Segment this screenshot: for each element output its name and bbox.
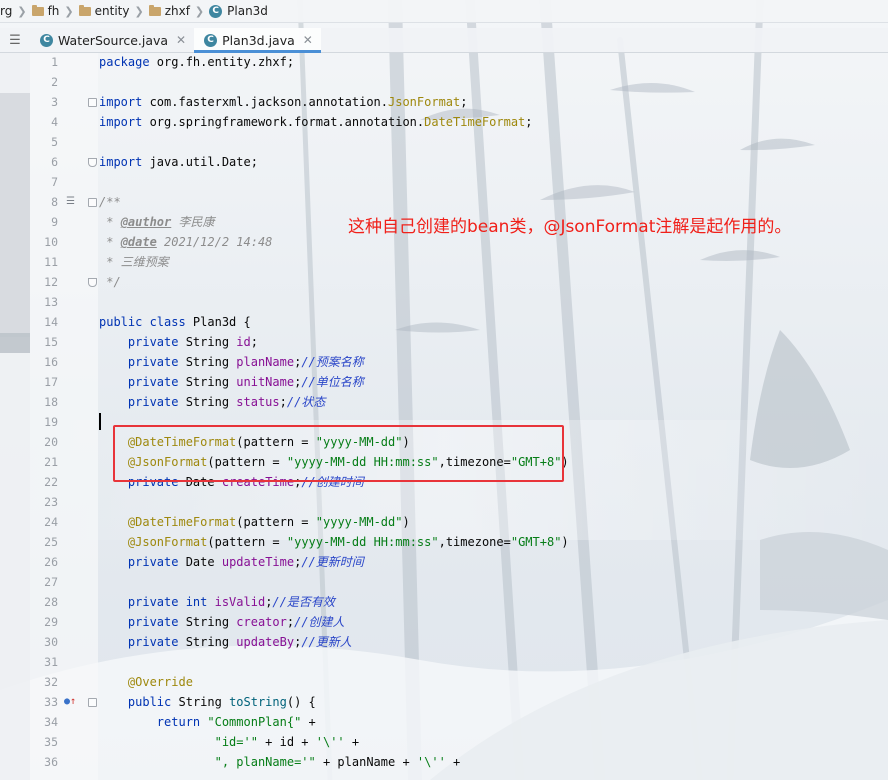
line-number: 31 — [44, 655, 58, 669]
line-number: 16 — [44, 355, 58, 369]
line-number: 28 — [44, 595, 58, 609]
code-line-30: 30 private String updateBy;//更新人 — [0, 632, 888, 652]
line-number: 13 — [44, 295, 58, 309]
breadcrumb-item-plan3d[interactable]: C Plan3d — [209, 4, 268, 18]
code-line-17: 17 private String unitName;//单位名称 — [0, 372, 888, 392]
code-line-26: 26 private Date updateTime;//更新时间 — [0, 552, 888, 572]
code-line-11: 11 * 三维预案 — [0, 252, 888, 272]
breadcrumb-item-fh[interactable]: fh — [31, 4, 59, 18]
line-number: 25 — [44, 535, 58, 549]
line-number: 34 — [44, 715, 58, 729]
rendered-doc-icon[interactable]: ☰ — [66, 192, 75, 212]
line-number: 7 — [51, 175, 58, 189]
code-line-16: 16 private String planName;//预案名称 — [0, 352, 888, 372]
code-line-18: 18 private String status;//状态 — [0, 392, 888, 412]
code-line-35: 35 "id='" + id + '\'' + — [0, 732, 888, 752]
line-number: 33 — [44, 695, 58, 709]
code-line-3: 3 import com.fasterxml.jackson.annotatio… — [0, 92, 888, 112]
line-number: 15 — [44, 335, 58, 349]
annotation-note: 这种自己创建的bean类，@JsonFormat注解是起作用的。 — [348, 217, 792, 237]
line-number: 12 — [44, 275, 58, 289]
line-number: 3 — [51, 95, 58, 109]
text-caret — [99, 413, 101, 430]
line-number: 6 — [51, 155, 58, 169]
code-line-5: 5 — [0, 132, 888, 152]
code-line-29: 29 private String creator;//创建人 — [0, 612, 888, 632]
line-number: 36 — [44, 755, 58, 769]
close-icon[interactable]: ✕ — [303, 33, 313, 47]
code-line-12: 12 */ — [0, 272, 888, 292]
code-line-4: 4 import org.springframework.format.anno… — [0, 112, 888, 132]
line-number: 24 — [44, 515, 58, 529]
breadcrumb-separator-icon: ❯ — [64, 4, 74, 18]
line-number: 22 — [44, 475, 58, 489]
code-line-23: 23 — [0, 492, 888, 512]
line-number: 30 — [44, 635, 58, 649]
code-line-28: 28 private int isValid;//是否有效 — [0, 592, 888, 612]
line-number: 4 — [51, 115, 58, 129]
fold-icon[interactable] — [88, 98, 97, 107]
folder-icon — [31, 4, 44, 16]
code-line-14: 14 public class Plan3d { — [0, 312, 888, 332]
fold-end-icon[interactable] — [88, 278, 97, 287]
line-number: 20 — [44, 435, 58, 449]
line-number: 9 — [51, 215, 58, 229]
code-line-25: 25 @JsonFormat(pattern = "yyyy-MM-dd HH:… — [0, 532, 888, 552]
fold-icon[interactable] — [88, 698, 97, 707]
close-icon[interactable]: ✕ — [176, 33, 186, 47]
breadcrumb-separator-icon: ❯ — [17, 4, 27, 18]
line-number: 32 — [44, 675, 58, 689]
editor-tab-bar: ☰ C WaterSource.java ✕ C Plan3d.java ✕ — [0, 28, 888, 53]
class-icon: C — [40, 33, 53, 47]
line-number: 1 — [51, 55, 58, 69]
code-line-6: 6 import java.util.Date; — [0, 152, 888, 172]
line-number: 23 — [44, 495, 58, 509]
breadcrumb-item-entity[interactable]: entity — [78, 4, 129, 18]
line-number: 19 — [44, 415, 58, 429]
line-number: 14 — [44, 315, 58, 329]
breadcrumb-item-zhxf[interactable]: zhxf — [148, 4, 190, 18]
line-number: 29 — [44, 615, 58, 629]
line-number: 35 — [44, 735, 58, 749]
line-number: 10 — [44, 235, 58, 249]
code-line-24: 24 @DateTimeFormat(pattern = "yyyy-MM-dd… — [0, 512, 888, 532]
class-icon: C — [209, 4, 223, 18]
breadcrumb-item-rg[interactable]: rg — [0, 4, 12, 18]
highlight-box — [113, 425, 564, 482]
code-line-34: 34 return "CommonPlan{" + — [0, 712, 888, 732]
line-number: 5 — [51, 135, 58, 149]
code-line-27: 27 — [0, 572, 888, 592]
line-number: 8 — [51, 195, 58, 209]
line-number: 2 — [51, 75, 58, 89]
code-line-1: 1 package org.fh.entity.zhxf; — [0, 52, 888, 72]
code-line-15: 15 private String id; — [0, 332, 888, 352]
code-line-31: 31 — [0, 652, 888, 672]
code-line-2: 2 — [0, 72, 888, 92]
code-line-36: 36 ", planName='" + planName + '\'' + — [0, 752, 888, 772]
code-line-13: 13 — [0, 292, 888, 312]
tab-watersource-java[interactable]: C WaterSource.java ✕ — [30, 28, 194, 52]
breadcrumb-separator-icon: ❯ — [134, 4, 144, 18]
breadcrumb-separator-icon: ❯ — [194, 4, 205, 18]
class-icon: C — [204, 33, 218, 47]
line-number: 18 — [44, 395, 58, 409]
code-line-32: 32 @Override — [0, 672, 888, 692]
line-number: 17 — [44, 375, 58, 389]
breadcrumb: rg ❯ fh ❯ entity ❯ zhxf ❯ C Plan3d — [0, 0, 888, 23]
code-line-8: 8 ☰ /** — [0, 192, 888, 212]
override-method-icon[interactable]: ●↑ — [64, 692, 76, 712]
line-number: 26 — [44, 555, 58, 569]
code-line-33: 33 ●↑ public String toString() { — [0, 692, 888, 712]
line-number: 27 — [44, 575, 58, 589]
folder-icon — [148, 4, 161, 16]
tab-plan3d-java[interactable]: C Plan3d.java ✕ — [194, 28, 321, 53]
tab-list-menu-icon[interactable]: ☰ — [0, 28, 30, 52]
line-number: 11 — [44, 255, 58, 269]
code-line-7: 7 — [0, 172, 888, 192]
fold-icon[interactable] — [88, 198, 97, 207]
fold-end-icon[interactable] — [88, 158, 97, 167]
line-number: 21 — [44, 455, 58, 469]
folder-icon — [78, 4, 91, 16]
